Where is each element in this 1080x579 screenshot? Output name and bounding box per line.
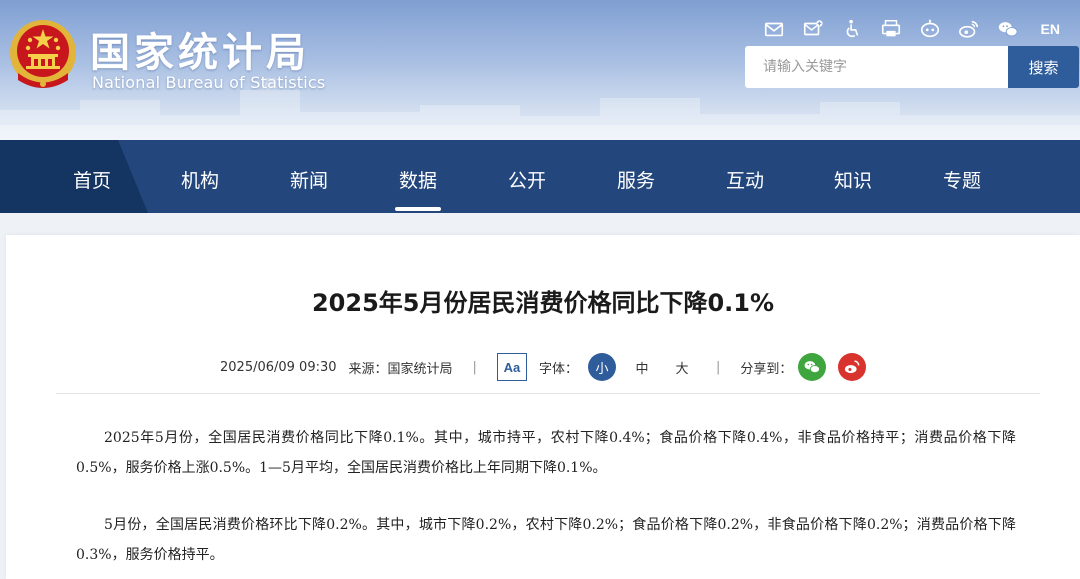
article-date: 2025/06/09 09:30 [220,359,337,375]
nav-item-services[interactable]: 服务 [596,140,676,213]
font-size-label: 字体： [538,361,578,377]
site-header: 国家统计局 National Bureau of Statistics EN 搜… [0,0,1080,140]
article-card: 2025年5月份居民消费价格同比下降0.1% 2025/06/09 09:30 … [6,235,1080,579]
meta-divider [56,393,1040,394]
font-size-small-button[interactable]: 小 [587,353,616,381]
font-size-large-button[interactable]: 大 [668,353,696,381]
nav-item-organization[interactable]: 机构 [160,140,240,213]
language-switch-en[interactable]: EN [1041,21,1060,37]
nav-item-topics[interactable]: 专题 [922,140,1002,213]
subscribe-icon[interactable] [801,17,825,41]
header-toolbar: EN [762,17,1060,41]
meta-separator: | [472,359,477,375]
nav-item-home[interactable]: 首页 [52,140,132,213]
nav-item-interaction[interactable]: 互动 [705,140,785,213]
print-icon[interactable] [879,17,903,41]
main-nav: 首页 机构 新闻 数据 公开 服务 互动 知识 专题 [0,140,1080,213]
nav-item-news[interactable]: 新闻 [269,140,349,213]
accessibility-icon[interactable] [840,17,864,41]
search-button[interactable]: 搜索 [1008,46,1079,88]
font-size-medium-button[interactable]: 中 [628,353,656,381]
article-meta: 2025/06/09 09:30 来源：国家统计局 | Aa 字体： 小 中 大… [220,352,867,382]
meta-separator: | [715,359,721,375]
search-input[interactable] [745,46,1008,88]
share-label: 分享到： [740,361,793,377]
weibo-icon[interactable] [957,17,981,41]
article-title: 2025年5月份居民消费价格同比下降0.1% [311,289,775,317]
font-size-icon: Aa [496,353,527,381]
site-name-cn: 国家统计局 [90,30,310,76]
article-paragraph: 5月份，全国居民消费价格环比下降0.2%。其中，城市下降0.2%，农村下降0.2… [76,517,1016,563]
share-weibo-icon[interactable] [838,353,867,381]
site-name-en: National Bureau of Statistics [92,73,326,92]
wechat-icon[interactable] [996,17,1020,41]
mail-icon[interactable] [762,17,786,41]
nav-item-knowledge[interactable]: 知识 [813,140,893,213]
robot-icon[interactable] [918,17,942,41]
search-bar: 搜索 [745,46,1079,88]
article-source: 来源：国家统计局 [348,361,453,377]
share-wechat-icon[interactable] [798,353,827,381]
national-emblem-icon [10,20,76,88]
nav-item-disclosure[interactable]: 公开 [487,140,567,213]
article-paragraph: 2025年5月份，全国居民消费价格同比下降0.1%。其中，城市持平，农村下降0.… [76,430,1016,476]
nav-item-data[interactable]: 数据 [378,140,458,213]
